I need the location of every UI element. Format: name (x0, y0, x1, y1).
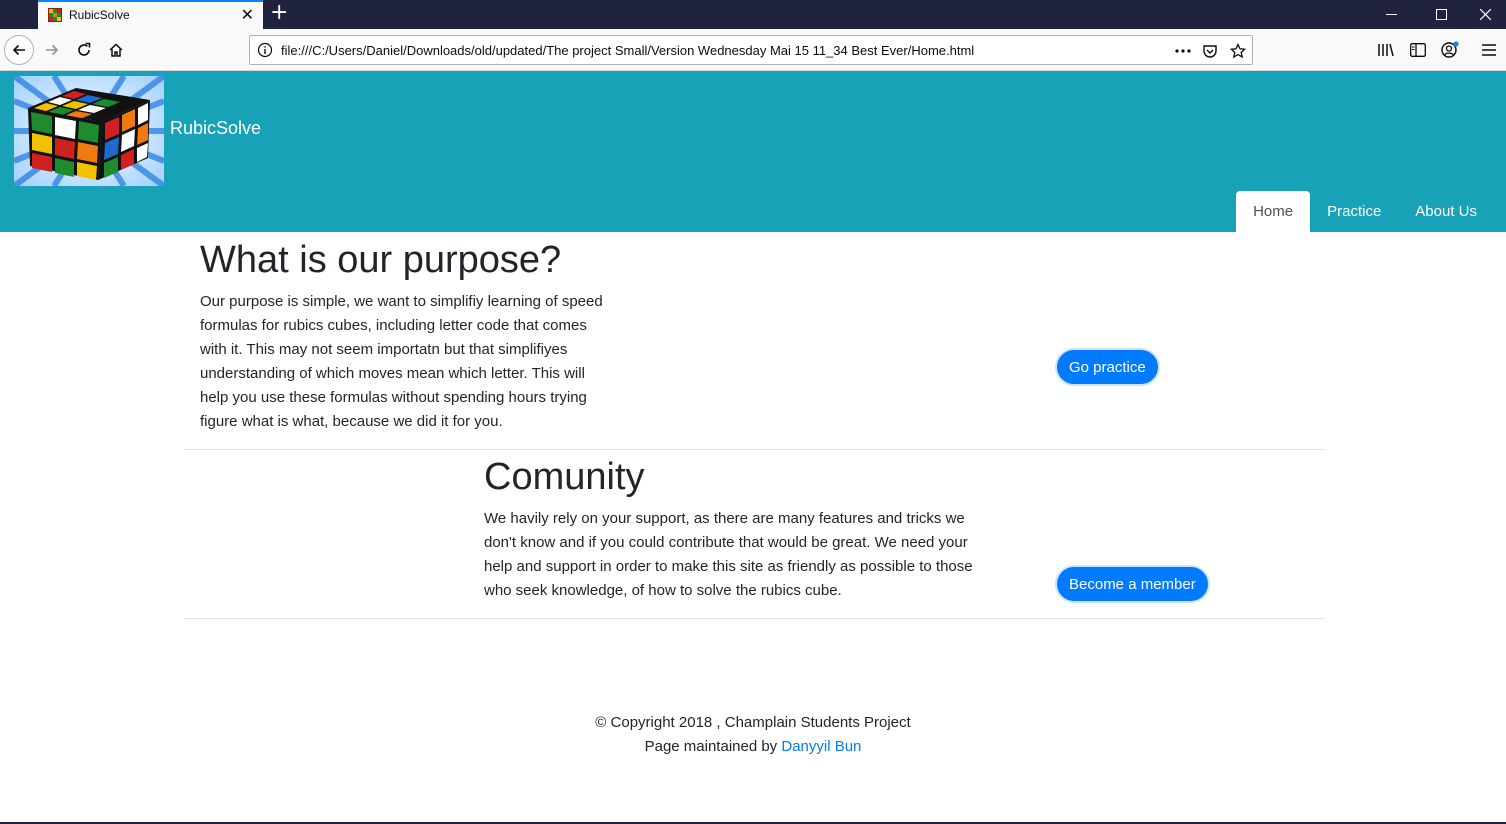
url-text: file:///C:/Users/Daniel/Downloads/old/up… (281, 43, 975, 58)
community-section: Comunity We havily rely on your support,… (184, 450, 1325, 619)
purpose-line: with it. This may not seem importatn but… (200, 341, 568, 358)
community-line: who seek knowledge, of how to solve the … (484, 582, 842, 599)
rubiks-cube-logo[interactable] (14, 76, 164, 186)
browser-toolbar: file:///C:/Users/Daniel/Downloads/old/up… (0, 29, 1506, 71)
purpose-line: formulas for rubics cubes, including let… (200, 317, 587, 334)
community-line: don't know and if you could contribute t… (484, 534, 968, 551)
community-line: help and support in order to make this s… (484, 558, 973, 575)
purpose-heading: What is our purpose? (200, 239, 562, 281)
footer: © Copyright 2018 , Champlain Students Pr… (0, 711, 1506, 759)
browser-tab-bar: RubicSolve ✕ + (0, 0, 1506, 29)
nav-home[interactable]: Home (1236, 191, 1311, 232)
account-icon[interactable] (1435, 35, 1465, 65)
pocket-icon[interactable] (1199, 40, 1221, 62)
site-header: RubicSolve Home Practice About Us (0, 71, 1506, 232)
community-text: We havily rely on your support, as there… (484, 507, 1024, 603)
back-icon[interactable] (4, 35, 34, 65)
brand-name[interactable]: RubicSolve (170, 118, 261, 139)
maintainer-link[interactable]: Danyyil Bun (781, 738, 861, 755)
rubik-cube-favicon-icon (48, 8, 62, 22)
minimize-window-icon[interactable] (1368, 0, 1414, 29)
become-member-button[interactable]: Become a member (1055, 565, 1210, 603)
bookmark-star-icon[interactable] (1227, 40, 1249, 62)
close-tab-icon[interactable]: ✕ (241, 5, 254, 25)
library-icon[interactable] (1371, 35, 1401, 65)
site-nav: Home Practice About Us (1236, 191, 1494, 232)
sidebar-icon[interactable] (1403, 35, 1433, 65)
url-bar[interactable]: file:///C:/Users/Daniel/Downloads/old/up… (249, 35, 1253, 65)
new-tab-icon[interactable]: + (270, 1, 288, 25)
browser-tab[interactable]: RubicSolve ✕ (38, 0, 263, 29)
home-icon[interactable] (101, 35, 131, 65)
purpose-section: What is our purpose? Our purpose is simp… (184, 232, 1325, 450)
menu-icon[interactable] (1474, 35, 1504, 65)
purpose-line: help you use these formulas without spen… (200, 389, 587, 406)
purpose-line: understanding of which moves mean which … (200, 365, 585, 382)
info-icon[interactable] (257, 42, 273, 58)
nav-about-us[interactable]: About Us (1398, 191, 1494, 232)
purpose-line: Our purpose is simple, we want to simpli… (200, 293, 603, 310)
tab-title: RubicSolve (69, 8, 130, 22)
reload-icon[interactable] (69, 35, 99, 65)
more-icon[interactable] (1172, 40, 1194, 62)
go-practice-button[interactable]: Go practice (1055, 348, 1160, 386)
purpose-text: Our purpose is simple, we want to simpli… (200, 290, 660, 434)
maximize-window-icon[interactable] (1418, 0, 1464, 29)
community-line: We havily rely on your support, as there… (484, 510, 965, 527)
maintained-prefix: Page maintained by (644, 738, 782, 755)
forward-icon[interactable] (37, 35, 67, 65)
copyright-text: © Copyright 2018 , Champlain Students Pr… (595, 714, 911, 731)
close-window-icon[interactable] (1462, 0, 1506, 29)
nav-practice[interactable]: Practice (1310, 191, 1398, 232)
purpose-line: figure what is what, because we did it f… (200, 413, 503, 430)
maintained-by: Page maintained by Danyyil Bun (0, 735, 1506, 759)
community-heading: Comunity (484, 456, 645, 498)
